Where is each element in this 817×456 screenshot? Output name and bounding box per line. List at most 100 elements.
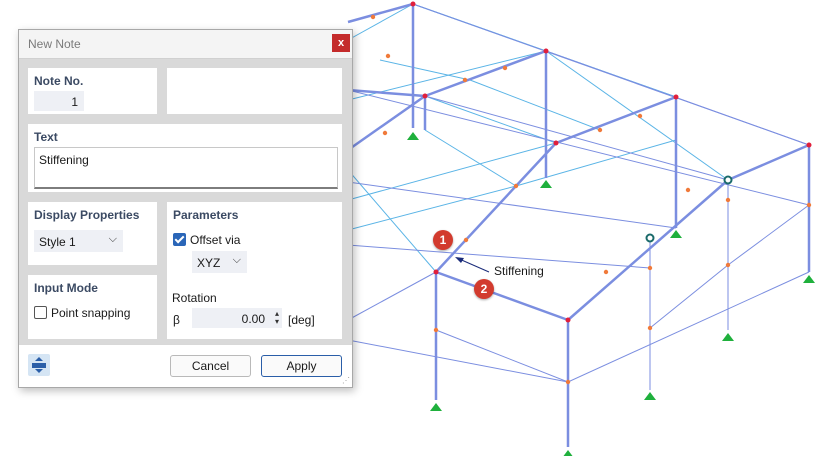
note-text-value: Stiffening xyxy=(39,153,89,167)
bracing[interactable] xyxy=(347,3,414,41)
node[interactable] xyxy=(410,1,416,7)
cancel-button[interactable]: Cancel xyxy=(170,355,251,377)
frame-member[interactable] xyxy=(424,49,547,98)
support-icon[interactable] xyxy=(722,333,734,341)
text-panel: Text Stiffening xyxy=(28,124,342,192)
style-dropdown[interactable]: Style 1 ⌵ xyxy=(34,230,123,252)
supports xyxy=(407,132,815,456)
offset-via-label[interactable]: Offset via xyxy=(190,233,240,247)
node[interactable] xyxy=(673,94,679,100)
division-point xyxy=(725,262,731,268)
note-no-panel: Note No. 1 xyxy=(28,68,157,114)
node[interactable] xyxy=(543,48,549,54)
bracing-members xyxy=(347,3,729,273)
node[interactable] xyxy=(565,317,571,323)
longitudinal-member[interactable] xyxy=(347,271,437,321)
beta-symbol: β xyxy=(173,313,180,327)
longitudinal-member[interactable] xyxy=(424,95,729,181)
text-heading: Text xyxy=(34,130,58,144)
division-point xyxy=(647,265,653,271)
note-extra-panel xyxy=(167,68,342,114)
note-no-input[interactable]: 1 xyxy=(34,91,84,111)
pick-location-icon[interactable] xyxy=(28,354,50,376)
support-icon[interactable] xyxy=(670,230,682,238)
dialog-button-bar: Cancel Apply ⋰ xyxy=(19,344,352,387)
point-snapping-label[interactable]: Point snapping xyxy=(51,306,130,320)
spinner-icon[interactable]: ▴ ▾ xyxy=(275,310,279,326)
frame-member[interactable] xyxy=(567,179,729,321)
input-mode-heading: Input Mode xyxy=(34,281,98,295)
frame-member[interactable] xyxy=(347,2,414,24)
selected-node[interactable] xyxy=(723,175,733,185)
node[interactable] xyxy=(806,142,812,148)
division-point xyxy=(725,197,731,203)
division-point xyxy=(685,187,691,193)
node[interactable] xyxy=(433,269,439,275)
longitudinal-member[interactable] xyxy=(649,264,729,329)
bracing[interactable] xyxy=(379,59,471,81)
note-no-value: 1 xyxy=(71,95,78,109)
close-button[interactable]: x xyxy=(332,34,350,52)
node[interactable] xyxy=(553,140,559,146)
division-point xyxy=(565,379,571,385)
support-icon[interactable] xyxy=(430,403,442,411)
support-icon[interactable] xyxy=(407,132,419,140)
note-leader-arrowhead xyxy=(455,257,464,263)
division-point xyxy=(382,130,388,136)
rotation-value: 0.00 xyxy=(241,312,265,326)
note-text-input[interactable]: Stiffening xyxy=(34,147,338,189)
division-point xyxy=(806,202,812,208)
longitudinal-member[interactable] xyxy=(727,204,810,266)
division-point xyxy=(647,325,653,331)
point-snapping-checkbox[interactable] xyxy=(34,306,47,319)
pick-location-glyph xyxy=(32,357,46,373)
division-point xyxy=(637,113,643,119)
frame-members xyxy=(347,2,811,447)
rotation-unit: [deg] xyxy=(288,313,315,327)
longitudinal-member[interactable] xyxy=(347,89,810,206)
node[interactable] xyxy=(422,93,428,99)
division-point xyxy=(603,269,609,275)
dialog-titlebar[interactable]: New Note x xyxy=(19,30,352,59)
selected-node[interactable] xyxy=(645,233,655,243)
note-label-stiffening: Stiffening xyxy=(494,264,544,278)
division-point xyxy=(597,127,603,133)
support-icon[interactable] xyxy=(803,275,815,283)
coordinate-system-dropdown[interactable]: XYZ ⌵ xyxy=(192,251,247,273)
note-no-heading: Note No. xyxy=(34,74,84,88)
division-point xyxy=(433,327,439,333)
parameters-panel: Parameters Offset via XYZ ⌵ Rotation β 0… xyxy=(167,202,342,339)
longitudinal-member[interactable] xyxy=(435,329,569,383)
bracing[interactable] xyxy=(347,169,437,273)
frame-member[interactable] xyxy=(435,270,569,322)
callout-badge-1: 1 xyxy=(433,230,453,250)
bracing[interactable] xyxy=(469,79,601,131)
longitudinal-member[interactable] xyxy=(347,339,569,383)
bracing[interactable] xyxy=(545,50,729,181)
support-icon[interactable] xyxy=(644,392,656,400)
chevron-down-icon: ⌵ xyxy=(232,254,241,266)
bracing[interactable] xyxy=(347,142,557,201)
input-mode-panel: Input Mode Point snapping xyxy=(28,275,157,339)
division-point xyxy=(462,77,468,83)
frame-member[interactable] xyxy=(727,143,810,182)
new-note-dialog: New Note x Note No. 1 Text Stiffening Di… xyxy=(18,29,353,388)
rotation-input[interactable]: 0.00 ▴ ▾ xyxy=(192,308,282,328)
division-point xyxy=(463,237,469,243)
division-point xyxy=(370,14,376,20)
secondary-members xyxy=(347,3,810,390)
chevron-down-icon: ⌵ xyxy=(108,233,117,245)
support-icon[interactable] xyxy=(562,450,574,456)
resize-grip-icon[interactable]: ⋰ xyxy=(342,377,350,385)
dialog-title: New Note xyxy=(28,37,81,51)
style-dropdown-value: Style 1 xyxy=(39,235,76,249)
callout-badge-2: 2 xyxy=(474,279,494,299)
frame-member[interactable] xyxy=(435,142,557,273)
bracing[interactable] xyxy=(424,95,557,144)
division-point xyxy=(513,183,519,189)
offset-via-checkbox[interactable] xyxy=(173,233,186,246)
division-points xyxy=(370,14,812,385)
apply-button[interactable]: Apply xyxy=(261,355,342,377)
support-icon[interactable] xyxy=(540,180,552,188)
nodes xyxy=(410,1,812,323)
